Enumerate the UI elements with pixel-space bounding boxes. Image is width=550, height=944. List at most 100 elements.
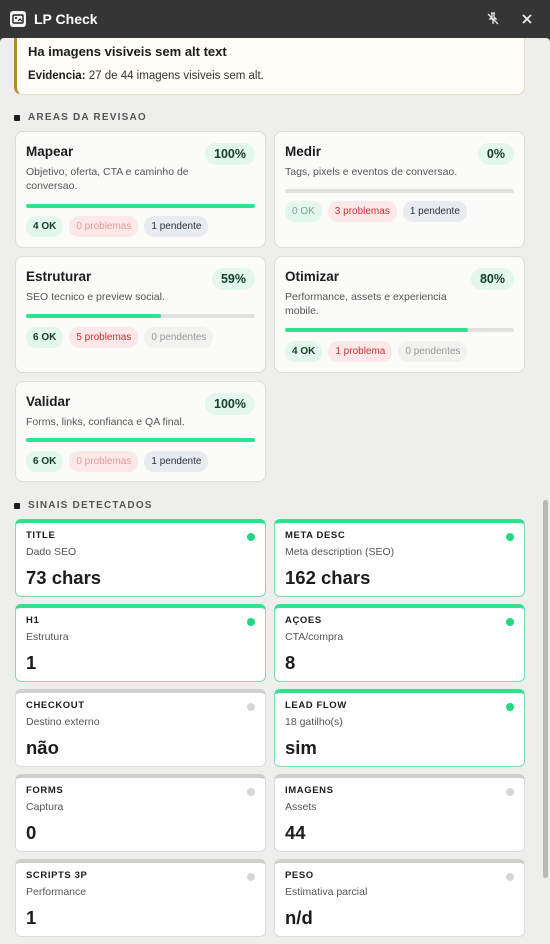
area-progress-fill [26, 438, 255, 442]
signal-value: 73 chars [26, 567, 102, 588]
status-dot-icon [247, 703, 255, 711]
areas-section-header: AREAS DA REVISAO [14, 112, 147, 123]
signal-sub: Assets [285, 801, 317, 813]
area-progress-bar [26, 314, 255, 318]
evidence-label: Evidencia: [28, 70, 86, 82]
signal-value: não [26, 737, 59, 758]
signal-sub: Meta description (SEO) [285, 546, 395, 558]
signal-value: 44 [285, 822, 306, 843]
window-title: LP Check [34, 11, 98, 27]
ok-chip: 4 OK [285, 341, 323, 362]
ok-chip: 6 OK [26, 327, 64, 348]
signal-sub: Captura [26, 801, 64, 813]
signal-label: SCRIPTS 3P [26, 870, 88, 881]
signal-sub: Estrutura [26, 631, 69, 643]
area-desc: Objetivo, oferta, CTA e caminho de conve… [26, 166, 189, 192]
area-percent-badge: 100% [205, 393, 255, 415]
area-chips: 4 OK 0 problemas 1 pendente [26, 216, 209, 237]
panel-content: Ha imagens visiveis sem alt text Evidenc… [0, 38, 550, 944]
signal-sub: Destino externo [26, 716, 100, 728]
alert-card: Ha imagens visiveis sem alt text Evidenc… [14, 38, 525, 95]
problems-chip: 3 problemas [327, 201, 397, 222]
status-dot-icon [247, 618, 255, 626]
signal-card-checkout: CHECKOUT Destino externo não [15, 689, 266, 767]
area-percent-badge: 59% [211, 268, 255, 290]
signal-sub: Dado SEO [26, 546, 77, 558]
signal-sub: Estimativa parcial [285, 886, 368, 898]
status-dot-icon [247, 788, 255, 796]
area-progress-bar [26, 438, 255, 442]
signal-value: 162 chars [285, 567, 371, 588]
area-card-estruturar[interactable]: Estruturar SEO tecnico e preview social.… [15, 256, 266, 373]
signal-card-h1: H1 Estrutura 1 [15, 604, 266, 682]
bullet-icon [14, 114, 20, 121]
signal-label: IMAGENS [285, 785, 334, 796]
area-desc: Tags, pixels e eventos de conversao. [285, 166, 458, 178]
area-desc: Forms, links, confianca e QA final. [26, 416, 185, 428]
area-progress-bar [285, 189, 514, 193]
signal-label: CHECKOUT [26, 700, 85, 711]
signal-sub: Performance [26, 886, 87, 898]
signal-label: LEAD FLOW [285, 700, 347, 711]
signal-value: 8 [285, 652, 296, 673]
area-card-validar[interactable]: Validar Forms, links, confianca e QA fin… [15, 381, 266, 482]
problems-chip: 5 problemas [69, 327, 139, 348]
bullet-icon [14, 502, 20, 509]
ok-chip: 4 OK [26, 216, 64, 237]
signal-card-acoes: AÇOES CTA/compra 8 [274, 604, 525, 682]
signal-sub: CTA/compra [285, 631, 344, 643]
alert-title: Ha imagens visiveis sem alt text [28, 44, 227, 59]
signal-value: 0 [26, 822, 37, 843]
signal-card-forms: FORMS Captura 0 [15, 774, 266, 852]
signal-value: sim [285, 737, 317, 758]
area-progress-fill [285, 328, 469, 332]
problems-chip: 0 problemas [69, 216, 139, 237]
status-dot-icon [247, 533, 255, 541]
area-percent-badge: 100% [205, 143, 255, 165]
area-progress-fill [26, 204, 255, 208]
pending-chip: 0 pendentes [398, 341, 468, 362]
signal-label: META DESC [285, 530, 346, 541]
pending-chip: 1 pendente [144, 451, 209, 472]
signal-card-imagens: IMAGENS Assets 44 [274, 774, 525, 852]
app-icon [10, 11, 26, 27]
area-chips: 0 OK 3 problemas 1 pendente [285, 201, 467, 222]
signal-label: H1 [26, 615, 40, 626]
area-card-mapear[interactable]: Mapear Objetivo, oferta, CTA e caminho d… [15, 131, 266, 248]
signal-value: n/d [285, 907, 313, 928]
area-progress-bar [26, 204, 255, 208]
status-dot-icon [506, 533, 514, 541]
title-bar: LP Check [0, 0, 550, 38]
close-icon[interactable] [516, 8, 538, 30]
status-dot-icon [506, 873, 514, 881]
unpin-icon[interactable] [482, 8, 504, 30]
area-card-otimizar[interactable]: Otimizar Performance, assets e experienc… [274, 256, 525, 373]
status-dot-icon [506, 618, 514, 626]
signal-value: 1 [26, 907, 37, 928]
area-chips: 6 OK 5 problemas 0 pendentes [26, 327, 214, 348]
area-chips: 6 OK 0 problemas 1 pendente [26, 451, 209, 472]
problems-chip: 0 problemas [69, 451, 139, 472]
ok-chip: 0 OK [285, 201, 322, 222]
ok-chip: 6 OK [26, 451, 64, 472]
area-progress-fill [26, 314, 162, 318]
signal-card-title: TITLE Dado SEO 73 chars [15, 519, 266, 597]
area-percent-badge: 0% [477, 143, 514, 165]
signal-label: PESO [285, 870, 314, 881]
status-dot-icon [506, 703, 514, 711]
signal-label: TITLE [26, 530, 56, 541]
signal-value: 1 [26, 652, 37, 673]
area-card-medir[interactable]: Medir Tags, pixels e eventos de conversa… [274, 131, 525, 248]
signal-label: FORMS [26, 785, 64, 796]
signal-card-meta-desc: META DESC Meta description (SEO) 162 cha… [274, 519, 525, 597]
signals-section-header: SINAIS DETECTADOS [14, 500, 153, 511]
signal-card-scripts-3p: SCRIPTS 3P Performance 1 [15, 859, 266, 937]
area-chips: 4 OK 1 problema 0 pendentes [285, 341, 468, 362]
pending-chip: 1 pendente [144, 216, 209, 237]
area-desc: Performance, assets e experiencia mobile… [285, 291, 447, 317]
pending-chip: 1 pendente [402, 201, 467, 222]
scrollbar-thumb[interactable] [543, 500, 548, 878]
alert-evidence: Evidencia: 27 de 44 imagens visiveis sem… [28, 70, 514, 82]
status-dot-icon [506, 788, 514, 796]
signal-sub: 18 gatilho(s) [285, 716, 343, 728]
